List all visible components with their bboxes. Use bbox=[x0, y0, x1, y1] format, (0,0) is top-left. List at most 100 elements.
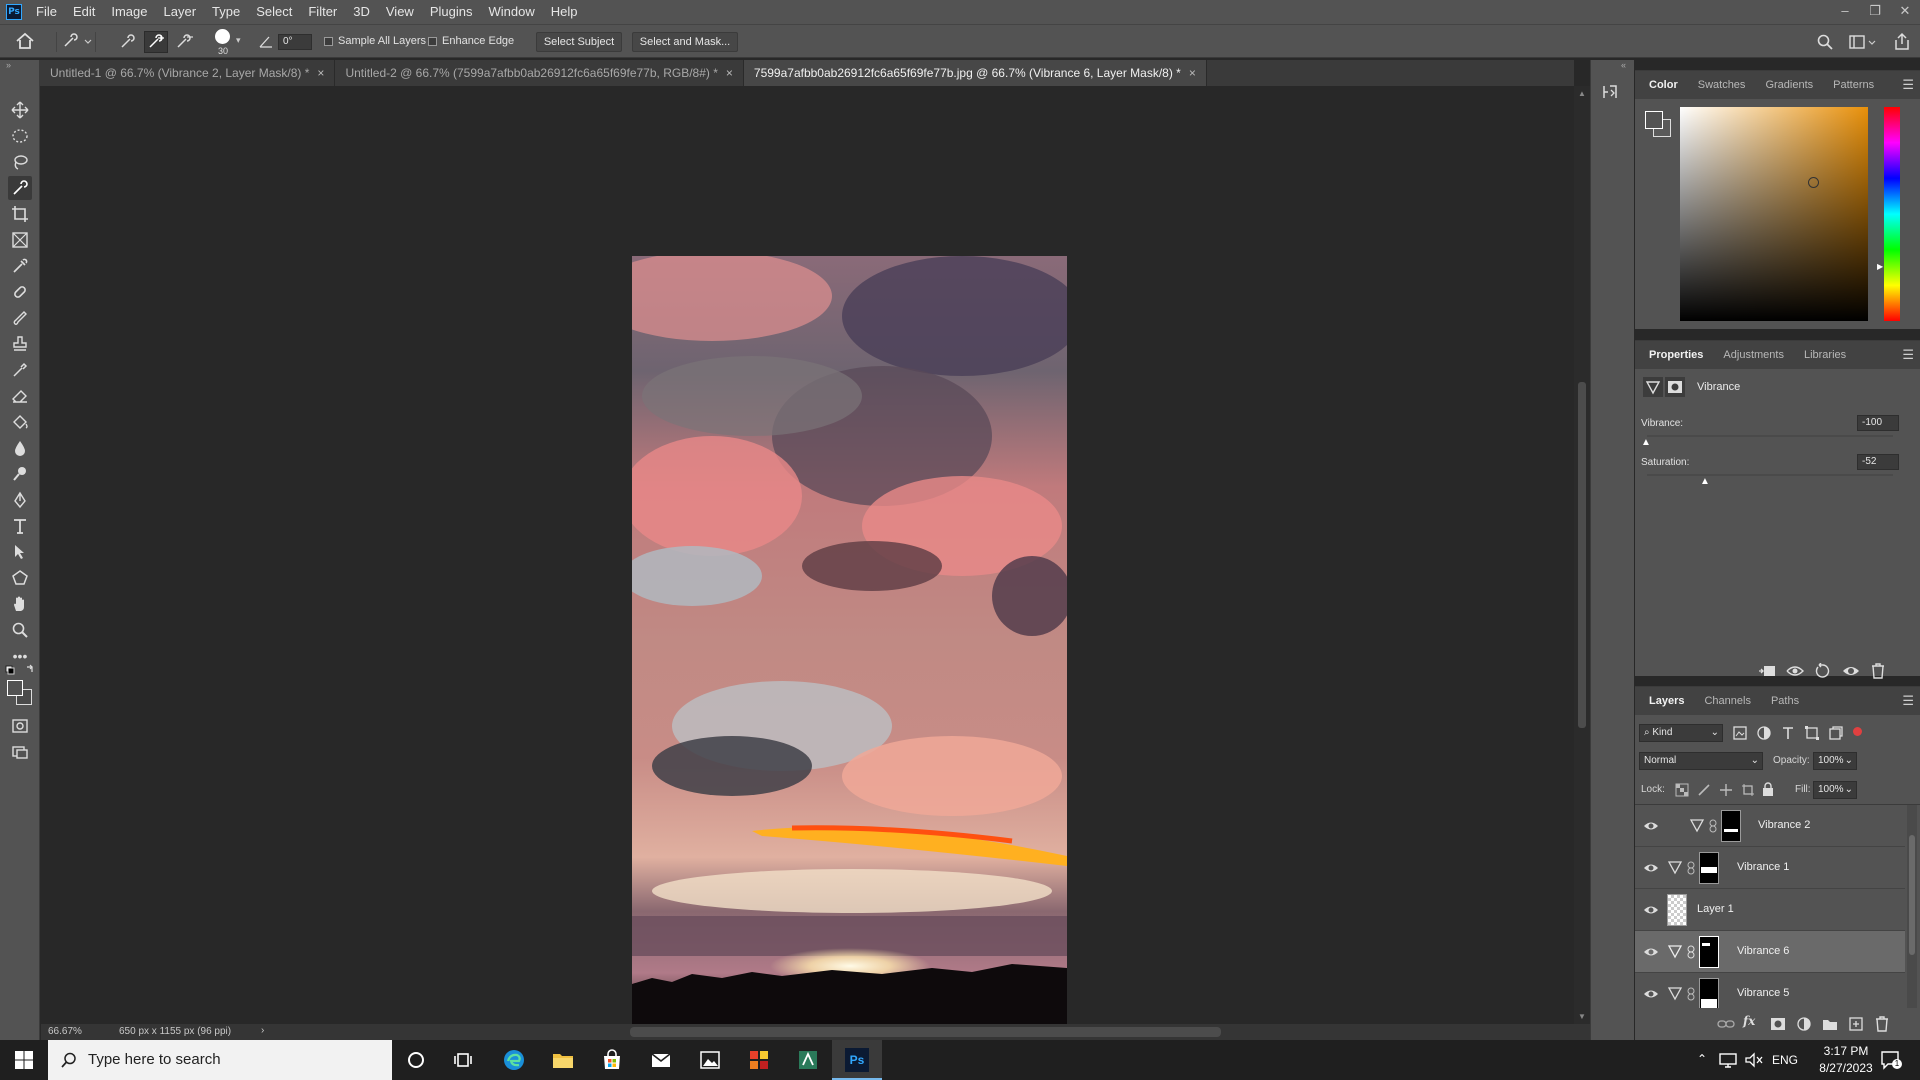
layer-filter-select[interactable]: ⌕ Kind ⌄ bbox=[1639, 724, 1723, 742]
home-icon[interactable] bbox=[14, 31, 42, 53]
filter-shape-icon[interactable] bbox=[1803, 725, 1821, 741]
new-selection-brush-icon[interactable] bbox=[116, 32, 140, 52]
menu-3d[interactable]: 3D bbox=[345, 0, 378, 24]
fx-icon[interactable]: fx bbox=[1743, 1014, 1761, 1030]
tab-paths[interactable]: Paths bbox=[1761, 687, 1809, 715]
menu-window[interactable]: Window bbox=[480, 0, 542, 24]
menu-image[interactable]: Image bbox=[103, 0, 155, 24]
layer-row-vibrance-1[interactable]: Vibrance 1 bbox=[1635, 847, 1905, 889]
layer-mask-thumbnail[interactable] bbox=[1699, 936, 1719, 968]
layer-thumbnail[interactable] bbox=[1667, 894, 1687, 926]
filter-pixel-icon[interactable] bbox=[1731, 725, 1749, 741]
visibility-eye-icon[interactable] bbox=[1643, 944, 1659, 960]
windows-start-icon[interactable] bbox=[12, 1048, 36, 1072]
clip-to-layer-icon[interactable] bbox=[1757, 663, 1777, 679]
history-brush-tool-icon[interactable] bbox=[8, 358, 32, 382]
visibility-eye-icon[interactable] bbox=[1643, 986, 1659, 1002]
layer-name[interactable]: Vibrance 2 bbox=[1758, 819, 1810, 831]
fill-input[interactable]: 100% ⌄ bbox=[1813, 781, 1857, 799]
close-tab-icon[interactable]: × bbox=[317, 66, 324, 80]
workspace-switcher-icon[interactable] bbox=[1848, 33, 1878, 51]
network-icon[interactable] bbox=[1718, 1051, 1738, 1069]
lock-transparent-icon[interactable] bbox=[1675, 783, 1689, 797]
close-button[interactable]: ✕ bbox=[1890, 0, 1920, 24]
vertical-scrollbar[interactable]: ▲ ▼ bbox=[1574, 86, 1590, 1026]
search-icon[interactable] bbox=[1816, 33, 1836, 51]
layers-scroll-thumb[interactable] bbox=[1909, 835, 1915, 955]
layer-mask-thumbnail[interactable] bbox=[1699, 852, 1719, 884]
menu-plugins[interactable]: Plugins bbox=[422, 0, 481, 24]
document-info[interactable]: 650 px x 1155 px (96 ppi) bbox=[119, 1026, 231, 1037]
menu-filter[interactable]: Filter bbox=[300, 0, 345, 24]
angle-input[interactable]: 0° bbox=[278, 34, 312, 50]
sample-all-layers-checkbox[interactable] bbox=[324, 37, 333, 46]
panel-menu-icon[interactable]: ☰ bbox=[1902, 347, 1914, 363]
app-grid-icon[interactable] bbox=[747, 1048, 771, 1072]
paint-bucket-tool-icon[interactable] bbox=[8, 410, 32, 434]
frame-tool-icon[interactable] bbox=[8, 228, 32, 252]
pen-tool-icon[interactable] bbox=[8, 488, 32, 512]
new-layer-icon[interactable] bbox=[1847, 1016, 1865, 1032]
view-previous-state-icon[interactable] bbox=[1785, 663, 1805, 679]
eraser-tool-icon[interactable] bbox=[8, 384, 32, 408]
eyedropper-tool-icon[interactable] bbox=[8, 254, 32, 278]
color-picker-cursor[interactable] bbox=[1808, 177, 1819, 188]
tab-properties[interactable]: Properties bbox=[1639, 341, 1713, 369]
new-adjustment-layer-icon[interactable] bbox=[1795, 1016, 1813, 1032]
color-picker-field[interactable] bbox=[1680, 107, 1868, 321]
layer-mask-thumbnail[interactable] bbox=[1699, 978, 1719, 1008]
history-panel-icon[interactable] bbox=[1601, 82, 1623, 104]
menu-file[interactable]: File bbox=[28, 0, 65, 24]
link-icon[interactable] bbox=[1709, 819, 1717, 833]
filter-toggle-icon[interactable] bbox=[1853, 727, 1862, 736]
layer-name[interactable]: Vibrance 5 bbox=[1737, 987, 1789, 999]
select-subject-button[interactable]: Select Subject bbox=[536, 32, 622, 52]
add-to-selection-brush-icon[interactable] bbox=[144, 31, 168, 53]
marquee-tool-icon[interactable] bbox=[8, 124, 32, 148]
close-tab-icon[interactable]: × bbox=[1189, 66, 1196, 80]
canvas-workspace[interactable] bbox=[41, 86, 1574, 1027]
panel-menu-icon[interactable]: ☰ bbox=[1902, 77, 1914, 93]
menu-layer[interactable]: Layer bbox=[156, 0, 205, 24]
link-icon[interactable] bbox=[1687, 861, 1695, 875]
layer-name[interactable]: Vibrance 6 bbox=[1737, 945, 1789, 957]
collapse-panel-icon[interactable]: « bbox=[1621, 60, 1626, 70]
share-icon[interactable] bbox=[1892, 32, 1912, 52]
move-tool-icon[interactable] bbox=[8, 98, 32, 122]
foreground-color-swatch[interactable] bbox=[7, 680, 23, 696]
link-layers-icon[interactable] bbox=[1717, 1016, 1735, 1032]
brush-size-picker[interactable]: 30 bbox=[212, 28, 234, 56]
lasso-tool-icon[interactable] bbox=[8, 150, 32, 174]
volume-muted-icon[interactable] bbox=[1744, 1051, 1764, 1069]
activities-icon[interactable] bbox=[796, 1048, 820, 1072]
path-selection-tool-icon[interactable] bbox=[8, 540, 32, 564]
filter-smart-object-icon[interactable] bbox=[1827, 725, 1845, 741]
layer-list[interactable]: Vibrance 2 Vibrance 1 Layer 1 Vibrance 6 bbox=[1635, 804, 1920, 1008]
tab-channels[interactable]: Channels bbox=[1694, 687, 1760, 715]
clone-stamp-tool-icon[interactable] bbox=[8, 332, 32, 356]
chevron-up-icon[interactable]: ⌃ bbox=[1697, 1052, 1707, 1066]
menu-help[interactable]: Help bbox=[543, 0, 586, 24]
layer-mask-thumbnail[interactable] bbox=[1721, 810, 1741, 842]
opacity-input[interactable]: 100% ⌄ bbox=[1813, 752, 1857, 770]
visibility-eye-icon[interactable] bbox=[1643, 860, 1659, 876]
lock-position-icon[interactable] bbox=[1719, 783, 1733, 797]
restore-button[interactable]: ❐ bbox=[1860, 0, 1890, 24]
file-explorer-icon[interactable] bbox=[551, 1048, 575, 1072]
blur-tool-icon[interactable] bbox=[8, 436, 32, 460]
zoom-level[interactable]: 66.67% bbox=[48, 1026, 82, 1037]
blend-mode-select[interactable]: Normal ⌄ bbox=[1639, 752, 1763, 770]
quick-mask-icon[interactable] bbox=[8, 714, 32, 738]
trash-icon[interactable] bbox=[1869, 663, 1887, 679]
delete-layer-icon[interactable] bbox=[1873, 1016, 1891, 1032]
layer-row-layer-1[interactable]: Layer 1 bbox=[1635, 889, 1905, 931]
filter-adjustment-icon[interactable] bbox=[1755, 725, 1773, 741]
vertical-scroll-thumb[interactable] bbox=[1578, 382, 1586, 728]
hand-tool-icon[interactable] bbox=[8, 592, 32, 616]
foreground-background-color-swatch[interactable] bbox=[7, 680, 33, 706]
vibrance-input[interactable]: -100 bbox=[1857, 415, 1899, 431]
fg-bg-swatch[interactable] bbox=[1645, 111, 1675, 141]
screen-mode-icon[interactable] bbox=[8, 740, 32, 764]
vibrance-slider-track[interactable] bbox=[1647, 435, 1893, 437]
zoom-tool-icon[interactable] bbox=[8, 618, 32, 642]
